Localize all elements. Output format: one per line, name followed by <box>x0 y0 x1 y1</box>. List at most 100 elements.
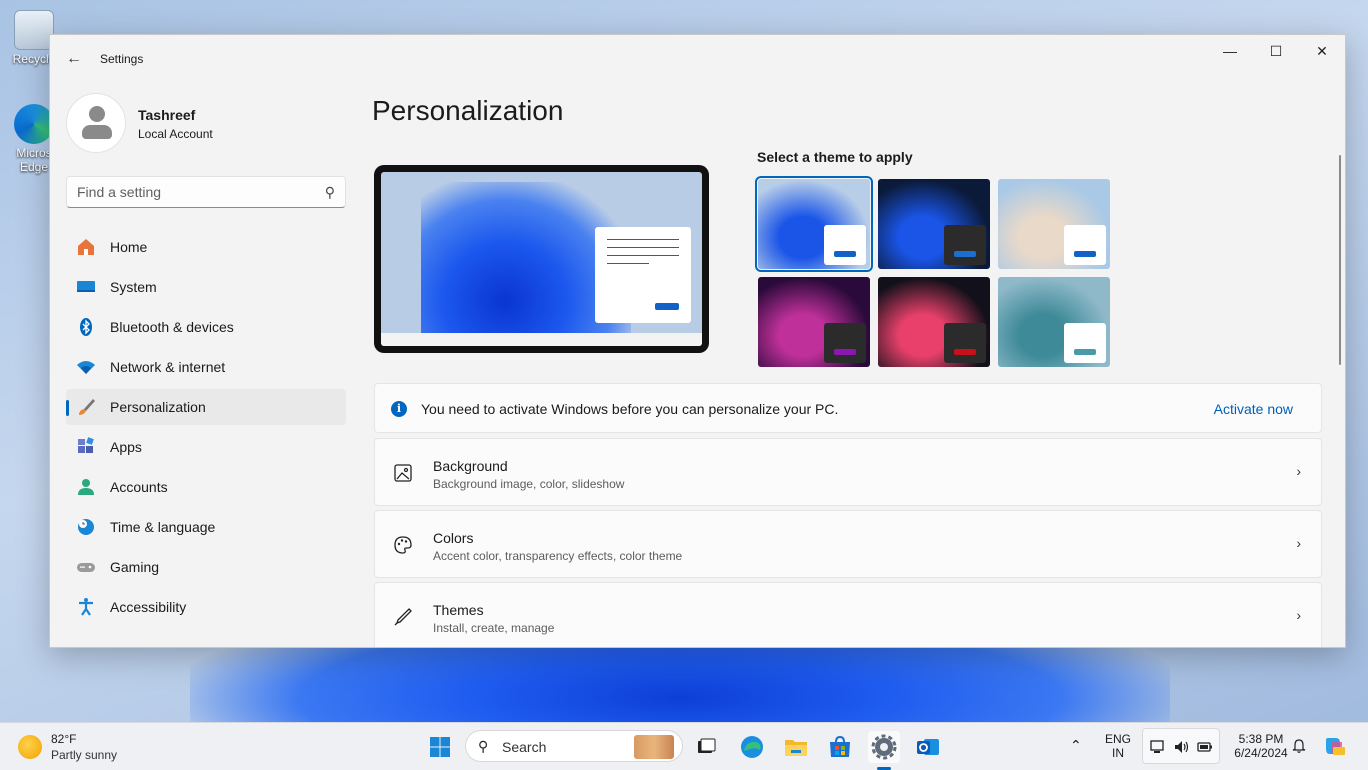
sidebar-item-label: Personalization <box>110 399 206 415</box>
settings-icon <box>871 734 897 760</box>
sidebar-item-system[interactable]: System <box>66 269 346 305</box>
setting-card-colors[interactable]: Colors Accent color, transparency effect… <box>374 510 1322 578</box>
maximize-button[interactable]: ☐ <box>1253 35 1299 67</box>
theme-accent-bar <box>834 349 856 355</box>
setting-card-themes[interactable]: Themes Install, create, manage › <box>374 582 1322 647</box>
sidebar-item-label: Home <box>110 239 148 255</box>
taskbar-search[interactable]: ⚲ Search <box>465 730 683 762</box>
sidebar-item-network[interactable]: Network & internet <box>66 349 346 385</box>
chevron-right-icon: › <box>1296 535 1301 551</box>
sidebar-item-gaming[interactable]: Gaming <box>66 549 346 585</box>
quick-settings-button[interactable] <box>1142 728 1220 764</box>
settings-search: ⚲ <box>66 176 346 208</box>
chevron-right-icon: › <box>1296 463 1301 479</box>
card-subtitle: Background image, color, slideshow <box>433 477 625 491</box>
activate-now-link[interactable]: Activate now <box>1214 401 1293 417</box>
settings-taskbar-button[interactable] <box>868 731 900 763</box>
start-icon <box>430 737 450 757</box>
theme-grid <box>755 176 1112 367</box>
sidebar-item-personalization[interactable]: Personalization <box>66 389 346 425</box>
user-profile[interactable]: Tashreef Local Account <box>66 93 356 153</box>
volume-icon <box>1175 741 1189 753</box>
network-icon <box>1150 740 1164 753</box>
store-button[interactable] <box>824 731 856 763</box>
theme-tile-windows-light[interactable] <box>755 176 873 272</box>
theme-window-preview <box>824 225 866 265</box>
settings-window: ← Settings — ☐ ✕ Tashreef Local Account … <box>49 34 1346 648</box>
person-icon <box>78 479 94 495</box>
card-title: Colors <box>433 530 474 546</box>
bluetooth-icon <box>80 318 92 336</box>
outlook-button[interactable] <box>912 731 944 763</box>
start-button[interactable] <box>424 731 456 763</box>
theme-window-preview <box>1064 323 1106 363</box>
theme-accent-bar <box>954 349 976 355</box>
sidebar-item-label: System <box>110 279 157 295</box>
sidebar-item-time-language[interactable]: Time & language <box>66 509 346 545</box>
card-subtitle: Install, create, manage <box>433 621 555 635</box>
palette-icon <box>394 536 412 554</box>
globe-clock-icon <box>78 519 94 535</box>
theme-tile-windows-dark[interactable] <box>878 179 990 269</box>
theme-accent-bar <box>1074 251 1096 257</box>
input-language[interactable]: ENG IN <box>1103 732 1133 760</box>
page-title: Personalization <box>372 95 564 126</box>
edge-icon <box>741 736 763 758</box>
sidebar-nav: Home System Bluetooth & devices Network … <box>66 229 346 629</box>
theme-heading: Select a theme to apply <box>757 149 913 165</box>
card-title: Themes <box>433 602 484 618</box>
theme-tile-glow[interactable] <box>758 277 870 367</box>
minimize-button[interactable]: — <box>1207 35 1253 67</box>
store-icon <box>830 735 850 757</box>
theme-window-preview <box>944 225 986 265</box>
copilot-icon[interactable] <box>1322 734 1346 758</box>
sidebar-item-home[interactable]: Home <box>66 229 346 265</box>
back-button[interactable]: ← <box>62 47 86 71</box>
theme-tile-spotlight[interactable] <box>998 179 1110 269</box>
sidebar-item-label: Gaming <box>110 559 160 575</box>
close-button[interactable]: ✕ <box>1299 35 1345 67</box>
partly-sunny-icon <box>18 735 42 759</box>
theme-accent-bar <box>954 251 976 257</box>
pen-brush-icon <box>394 608 412 626</box>
taskbar: 82°F Partly sunny ⚲ Search ⌃ ENG IN 5:38… <box>0 722 1368 770</box>
search-icon: ⚲ <box>478 738 489 754</box>
sidebar-item-label: Time & language <box>110 519 216 535</box>
card-subtitle: Accent color, transparency effects, colo… <box>433 549 683 563</box>
search-icon[interactable]: ⚲ <box>325 184 335 201</box>
edge-icon <box>14 104 54 144</box>
show-hidden-icons-button[interactable]: ⌃ <box>1070 737 1082 754</box>
task-view-button[interactable] <box>690 731 722 763</box>
info-icon: i <box>391 401 407 417</box>
sidebar-item-label: Accessibility <box>110 599 187 615</box>
chevron-right-icon: › <box>1296 607 1301 623</box>
theme-tile-flow[interactable] <box>998 277 1110 367</box>
theme-accent-bar <box>1074 349 1096 355</box>
file-explorer-button[interactable] <box>780 731 812 763</box>
task-view-icon <box>698 738 716 753</box>
window-title: Settings <box>100 52 144 66</box>
sidebar-item-apps[interactable]: Apps <box>66 429 346 465</box>
search-input[interactable] <box>77 184 307 200</box>
clock[interactable]: 5:38 PM 6/24/2024 <box>1226 732 1296 760</box>
theme-accent-bar <box>834 251 856 257</box>
weather-temp: 82°F <box>51 732 77 746</box>
image-icon <box>394 464 412 482</box>
card-title: Background <box>433 458 508 474</box>
accessibility-icon <box>79 598 93 616</box>
clock-date: 6/24/2024 <box>1234 746 1288 760</box>
theme-preview <box>374 165 709 353</box>
notification-bell-icon[interactable] <box>1291 738 1307 754</box>
edge-taskbar-button[interactable] <box>736 731 768 763</box>
scrollbar[interactable] <box>1339 155 1341 365</box>
sidebar-item-accessibility[interactable]: Accessibility <box>66 589 346 625</box>
theme-tile-captured-motion[interactable] <box>878 277 990 367</box>
sidebar-item-label: Network & internet <box>110 359 226 375</box>
battery-icon <box>1197 742 1212 752</box>
activation-message: You need to activate Windows before you … <box>421 401 839 417</box>
theme-window-preview <box>1064 225 1106 265</box>
account-type: Local Account <box>138 127 213 141</box>
sidebar-item-bluetooth[interactable]: Bluetooth & devices <box>66 309 346 345</box>
sidebar-item-accounts[interactable]: Accounts <box>66 469 346 505</box>
setting-card-background[interactable]: Background Background image, color, slid… <box>374 438 1322 506</box>
